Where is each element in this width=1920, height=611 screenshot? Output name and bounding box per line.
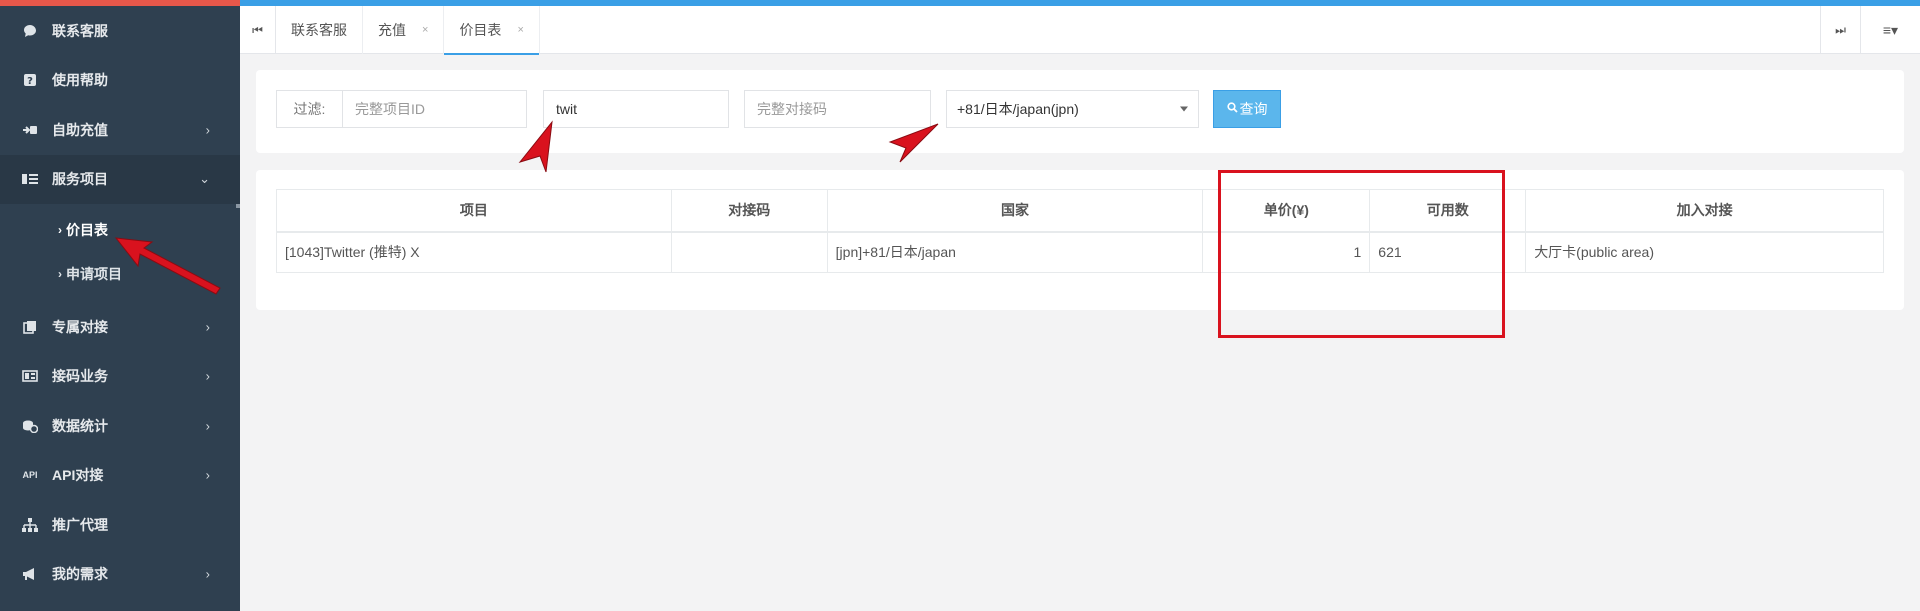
submenu-item-apply-project[interactable]: › 申请项目 <box>0 252 240 296</box>
sidebar: 联系客服 ? 使用帮助 自助充值 › 服务项目 ⌄ › 价目表 › 申请项目 专… <box>0 6 240 611</box>
submenu-item-label: 申请项目 <box>66 266 122 282</box>
tab-price-list[interactable]: 价目表 × <box>444 6 540 55</box>
sidebar-item-label: 服务项目 <box>52 171 108 188</box>
sms-icon <box>22 368 38 384</box>
sidebar-item-stats[interactable]: 数据统计 › <box>0 401 240 451</box>
services-submenu: › 价目表 › 申请项目 <box>0 204 240 302</box>
sidebar-item-label: 自助充值 <box>52 121 108 138</box>
query-button[interactable]: 查询 <box>1213 90 1281 128</box>
column-header-project[interactable]: 项目 <box>276 189 672 233</box>
sidebar-item-api[interactable]: API API对接 › <box>0 451 240 501</box>
project-id-filter-group: 过滤: <box>276 90 527 128</box>
column-header-price[interactable]: 单价(¥) <box>1202 189 1371 233</box>
sidebar-item-label: 推广代理 <box>52 516 108 533</box>
close-icon[interactable]: × <box>422 24 428 36</box>
svg-text:?: ? <box>27 76 33 87</box>
chevron-right-icon: › <box>205 319 210 335</box>
sidebar-item-label: 接码业务 <box>52 368 108 385</box>
country-select[interactable]: +81/日本/japan(jpn) <box>946 90 1199 128</box>
help-icon: ? <box>22 72 38 88</box>
filter-panel: 过滤: +81/日本/japan(jpn) 查询 <box>256 70 1904 153</box>
sitemap-icon <box>22 517 38 533</box>
sidebar-item-requests[interactable]: 我的需求 › <box>0 550 240 600</box>
tab-options-menu-icon[interactable]: ≡▾ <box>1860 6 1920 54</box>
tab-list: 联系客服 充值 × 价目表 × <box>276 6 540 55</box>
dedicated-icon <box>22 319 38 335</box>
tab-label: 充值 <box>378 22 406 38</box>
cell-project: [1043]Twitter (推特) X <box>276 231 672 273</box>
chevron-down-icon: ⌄ <box>199 171 210 187</box>
sidebar-item-label: 专属对接 <box>52 318 108 335</box>
sidebar-item-contact[interactable]: 联系客服 <box>0 6 240 56</box>
chat-icon <box>22 23 38 39</box>
search-icon <box>1226 102 1238 116</box>
api-icon: API <box>22 470 38 481</box>
tabs-bar: ⏮ 联系客服 充值 × 价目表 × ⏭ ≡▾ <box>240 6 1920 55</box>
close-icon[interactable]: × <box>517 24 523 36</box>
tab-label: 联系客服 <box>291 22 347 38</box>
chevron-right-icon: › <box>205 566 210 582</box>
submenu-item-price-list[interactable]: › 价目表 <box>0 208 240 252</box>
results-panel: 项目 对接码 国家 单价(¥) 可用数 加入对接 [1043]Twitter (… <box>256 170 1904 310</box>
chevron-right-icon: › <box>205 467 210 483</box>
scroll-tabs-last-icon[interactable]: ⏭ <box>1820 6 1860 54</box>
recharge-icon <box>22 122 38 138</box>
sidebar-item-dedicated[interactable]: 专属对接 › <box>0 302 240 352</box>
tab-label: 价目表 <box>459 22 502 38</box>
column-header-country[interactable]: 国家 <box>826 189 1204 233</box>
keyword-input[interactable] <box>543 90 729 128</box>
column-header-available[interactable]: 可用数 <box>1369 189 1527 233</box>
table-row[interactable]: [1043]Twitter (推特) X [jpn]+81/日本/japan 1… <box>276 231 1884 273</box>
cell-available: 621 <box>1369 231 1527 273</box>
column-header-code[interactable]: 对接码 <box>670 189 828 233</box>
sidebar-item-recharge[interactable]: 自助充值 › <box>0 105 240 155</box>
cell-code <box>670 231 828 273</box>
caret-down-icon <box>1180 106 1188 112</box>
sidebar-item-help[interactable]: ? 使用帮助 <box>0 56 240 106</box>
sidebar-item-label: 我的需求 <box>52 566 108 583</box>
sidebar-item-label: 联系客服 <box>52 22 108 39</box>
chevron-right-icon: › <box>205 122 210 138</box>
service-icon <box>22 171 38 187</box>
column-header-join[interactable]: 加入对接 <box>1525 189 1884 233</box>
table-header-row: 项目 对接码 国家 单价(¥) 可用数 加入对接 <box>276 189 1884 233</box>
tab-recharge[interactable]: 充值 × <box>363 6 445 54</box>
sidebar-item-referral[interactable]: 推广代理 <box>0 500 240 550</box>
chevron-right-icon: › <box>205 418 210 434</box>
stats-icon <box>22 418 38 434</box>
sidebar-item-sms[interactable]: 接码业务 › <box>0 352 240 402</box>
submenu-item-label: 价目表 <box>66 222 108 238</box>
megaphone-icon <box>22 566 38 582</box>
cell-join[interactable]: 大厅卡(public area) <box>1525 231 1884 273</box>
cell-country: [jpn]+81/日本/japan <box>826 231 1204 273</box>
project-id-input[interactable] <box>343 91 526 127</box>
sidebar-item-label: 使用帮助 <box>52 72 108 89</box>
scroll-tabs-first-icon[interactable]: ⏮ <box>240 6 276 54</box>
chevron-right-icon: › <box>205 368 210 384</box>
chevron-right-icon: › <box>58 223 62 237</box>
sidebar-item-label: 数据统计 <box>52 417 108 434</box>
query-button-label: 查询 <box>1239 101 1268 117</box>
price-table: 项目 对接码 国家 单价(¥) 可用数 加入对接 [1043]Twitter (… <box>276 189 1884 273</box>
cell-price: 1 <box>1202 231 1371 273</box>
tab-contact[interactable]: 联系客服 <box>276 6 363 54</box>
docking-code-input[interactable] <box>744 90 931 128</box>
country-select-value: +81/日本/japan(jpn) <box>957 101 1079 117</box>
sidebar-item-services[interactable]: 服务项目 ⌄ <box>0 154 240 204</box>
chevron-right-icon: › <box>58 267 62 281</box>
filter-label: 过滤: <box>277 91 343 127</box>
sidebar-item-label: API对接 <box>52 467 104 484</box>
